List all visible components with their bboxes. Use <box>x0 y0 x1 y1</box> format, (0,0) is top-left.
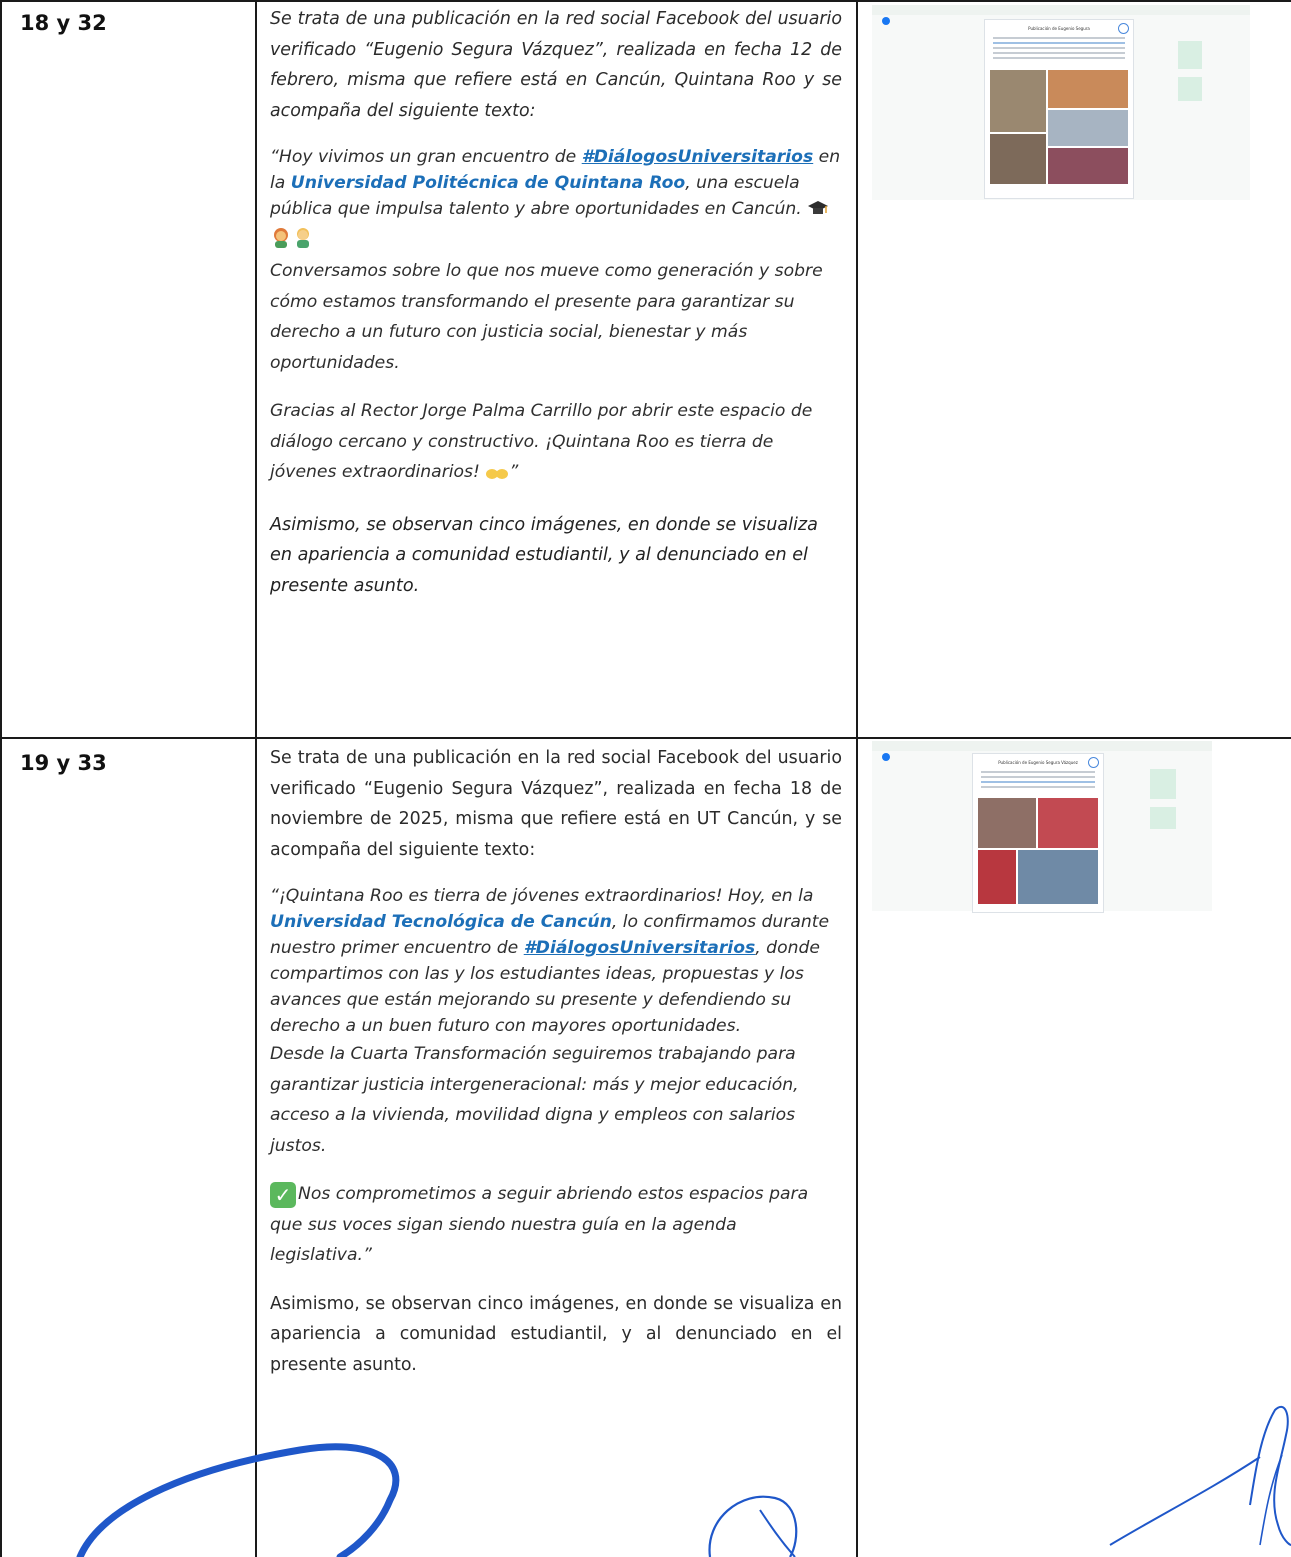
row-description: Se trata de una publicación en la red so… <box>270 4 842 601</box>
hashtag-link[interactable]: #DiálogosUniversitarios <box>524 938 756 958</box>
facebook-post-screenshot: Publicación de Eugenio Segura <box>872 5 1250 200</box>
signature-left <box>76 1443 400 1557</box>
row-number: 18 y 32 <box>20 11 107 35</box>
quote-paragraph-2: Desde la Cuarta Transformación seguiremo… <box>270 1044 799 1156</box>
hashtag-link[interactable]: #DiálogosUniversitarios <box>582 147 814 167</box>
observation-text: Asimismo, se observan cinco imágenes, en… <box>270 514 818 596</box>
observation-text: Asimismo, se observan cinco imágenes, en… <box>270 1293 842 1375</box>
table-border-top <box>0 0 1291 2</box>
intro-text: Se trata de una publicación en la red so… <box>270 9 842 121</box>
close-icon <box>1088 757 1099 768</box>
close-icon <box>1118 23 1129 34</box>
student-woman-icon <box>270 226 292 256</box>
student-man-icon <box>292 226 314 256</box>
quote-paragraph-3: Gracias al Rector Jorge Palma Carrillo p… <box>270 396 842 492</box>
table-row-divider <box>0 737 1291 739</box>
intro-text: Se trata de una publicación en la red so… <box>270 748 842 860</box>
quote-paragraph-3: ✓ Nos comprometimos a seguir abriendo est… <box>270 1182 809 1265</box>
row-number: 19 y 33 <box>20 751 107 775</box>
browser-bar <box>872 5 1250 15</box>
table-border-left <box>0 0 2 1557</box>
post-title: Publicación de Eugenio Segura Vázquez <box>998 760 1078 765</box>
signature-right <box>1109 1405 1291 1546</box>
quote-text: “¡Quintana Roo es tierra de jóvenes extr… <box>270 886 830 1036</box>
facebook-post-screenshot: Publicación de Eugenio Segura Vázquez <box>872 741 1212 913</box>
table-divider-1 <box>255 0 257 1557</box>
facebook-icon <box>882 17 890 25</box>
document-page: 18 y 32 Se trata de una publicación en l… <box>0 0 1291 1557</box>
post-title: Publicación de Eugenio Segura <box>1028 26 1090 31</box>
post-photos <box>990 70 1128 185</box>
check-mark-icon: ✓ <box>270 1182 296 1208</box>
graduation-cap-icon <box>807 198 829 226</box>
signature-center <box>708 1495 798 1557</box>
quote-text: “Hoy vivimos un gran encuentro de #Diálo… <box>270 144 842 256</box>
university-link[interactable]: Universidad Politécnica de Quintana Roo <box>291 173 685 193</box>
quote-paragraph-2: Conversamos sobre lo que nos mueve como … <box>270 261 823 373</box>
university-link[interactable]: Universidad Tecnológica de Cancún <box>270 912 612 932</box>
browser-bar <box>872 741 1212 751</box>
table-divider-2 <box>856 0 858 1557</box>
post-card: Publicación de Eugenio Segura <box>984 19 1134 199</box>
row-description: Se trata de una publicación en la red so… <box>270 743 842 1380</box>
post-card: Publicación de Eugenio Segura Vázquez <box>972 753 1104 913</box>
raising-hands-icon <box>485 461 509 492</box>
facebook-icon <box>882 753 890 761</box>
post-photos <box>978 798 1098 904</box>
